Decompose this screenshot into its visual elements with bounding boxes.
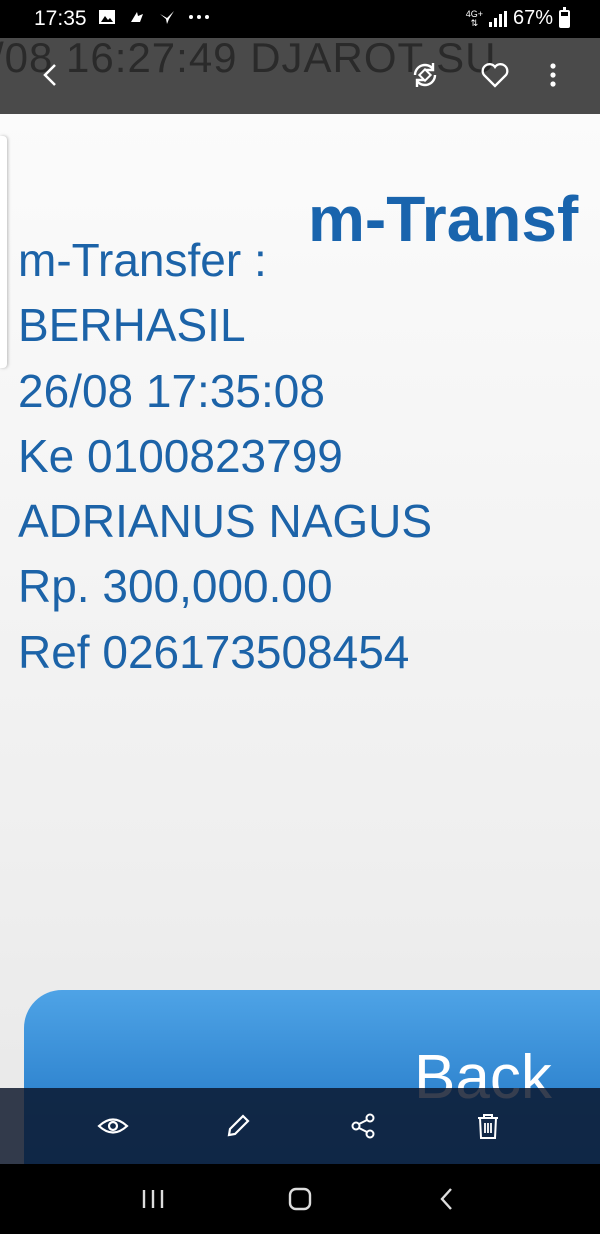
battery-percent: 67% — [512, 7, 553, 29]
navigation-bar — [0, 1164, 600, 1234]
share-icon — [351, 1113, 374, 1139]
edge-handle — [0, 136, 7, 368]
status-time: 17:35 — [34, 7, 87, 30]
receipt-status: BERHASIL — [18, 299, 246, 352]
viewer-toolbar: /08 16:27:49 DJAROT SU — [0, 38, 600, 114]
status-bar: 17:35 4G+ ⇅ 67% — [0, 0, 600, 38]
more-options-button[interactable] — [528, 50, 578, 100]
receipt-account: Ke 0100823799 — [18, 429, 343, 482]
receipt-amount: Rp. 300,000.00 — [18, 560, 333, 613]
receipt-datetime: 26/08 17:35:08 — [18, 364, 325, 417]
back-arrow-icon — [43, 64, 56, 86]
rotate-icon — [413, 63, 437, 87]
notification-icons — [98, 8, 210, 26]
recents-icon — [143, 1190, 164, 1208]
receipt-recipient: ADRIANUS NAGUS — [18, 495, 433, 548]
receipt-title: m-Transfer : — [18, 234, 267, 286]
edit-button[interactable] — [213, 1101, 263, 1151]
back-icon — [440, 1188, 452, 1210]
heart-icon — [481, 63, 509, 88]
more-vert-icon — [550, 63, 556, 87]
favorite-button[interactable] — [470, 50, 520, 100]
view-details-button[interactable] — [88, 1101, 138, 1151]
viewer-action-bar — [0, 1088, 600, 1164]
network-type: 4G+ ⇅ — [465, 8, 483, 28]
nav-back-button[interactable] — [417, 1174, 477, 1224]
recents-button[interactable] — [123, 1174, 183, 1224]
battery-icon — [559, 6, 570, 28]
cloud-icon — [131, 12, 143, 22]
photo-content[interactable]: m-Transf m-Transfer : BERHASIL 26/08 17:… — [0, 114, 600, 1164]
signal-icon — [488, 10, 507, 27]
pencil-icon — [227, 1114, 250, 1137]
data-arrows-icon: ⇅ — [470, 17, 479, 28]
eye-icon — [96, 1118, 129, 1134]
home-icon — [288, 1187, 312, 1211]
back-button[interactable] — [26, 50, 76, 100]
home-button[interactable] — [270, 1174, 330, 1224]
receipt-reference: Ref 026173508454 — [18, 625, 410, 678]
transfer-receipt: m-Transfer : BERHASIL 26/08 17:35:08 Ke … — [18, 228, 432, 685]
share-button[interactable] — [338, 1101, 388, 1151]
more-dots-icon — [189, 15, 209, 19]
image-icon — [99, 10, 115, 24]
bird-icon — [160, 11, 174, 24]
delete-button[interactable] — [463, 1101, 513, 1151]
status-right: 4G+ ⇅ 67% — [465, 6, 570, 30]
rotate-button[interactable] — [400, 50, 450, 100]
trash-icon — [477, 1114, 498, 1139]
